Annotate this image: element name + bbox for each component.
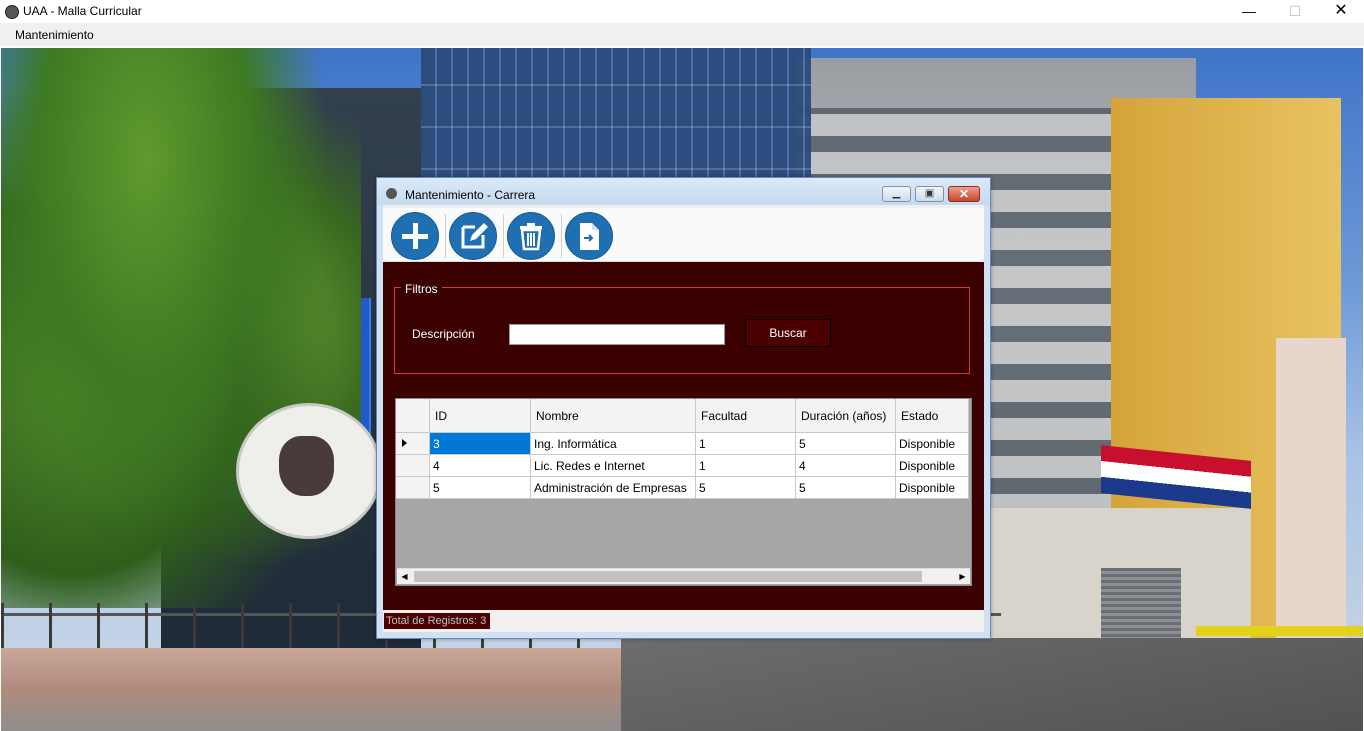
row-header-corner <box>396 399 430 433</box>
dialog-titlebar[interactable]: Mantenimiento - Carrera ▁ ▣ ✕ <box>377 178 990 205</box>
toolbar-separator <box>445 214 446 258</box>
current-row-arrow-icon <box>402 439 407 447</box>
trash-icon <box>520 223 542 251</box>
column-header-duracion[interactable]: Duración (años) <box>795 399 896 433</box>
column-header-estado[interactable]: Estado <box>895 399 969 433</box>
app-titlebar: UAA - Malla Curricular — ☐ ✕ <box>0 0 1364 23</box>
cell-facultad[interactable]: 1 <box>695 454 796 477</box>
dialog-maximize-button[interactable]: ▣ <box>915 186 944 202</box>
horizontal-scrollbar[interactable]: ◀ ▶ <box>397 568 970 584</box>
dialog-mantenimiento-carrera: Mantenimiento - Carrera ▁ ▣ ✕ Filtros De… <box>376 177 991 639</box>
description-input[interactable] <box>509 324 725 345</box>
cell-nombre[interactable]: Lic. Redes e Internet <box>530 454 696 477</box>
cell-id[interactable]: 3 <box>429 432 531 455</box>
search-button[interactable]: Buscar <box>745 319 831 347</box>
dialog-minimize-button[interactable]: ▁ <box>882 186 911 202</box>
cell-id[interactable]: 5 <box>429 476 531 499</box>
scroll-thumb[interactable] <box>414 571 922 582</box>
table-row[interactable]: 4 Lic. Redes e Internet 1 4 Disponible <box>396 454 969 477</box>
row-header[interactable] <box>396 454 430 477</box>
cell-duracion[interactable]: 5 <box>795 432 896 455</box>
filters-legend: Filtros <box>401 282 442 296</box>
column-header-id[interactable]: ID <box>429 399 531 433</box>
table-header-row: ID Nombre Facultad Duración (años) Estad… <box>396 399 969 433</box>
minimize-button[interactable]: — <box>1226 0 1272 23</box>
cell-facultad[interactable]: 1 <box>695 432 796 455</box>
row-header[interactable] <box>396 432 430 455</box>
close-button[interactable]: ✕ <box>1318 0 1364 23</box>
cell-id[interactable]: 4 <box>429 454 531 477</box>
menu-bar: Mantenimiento <box>0 23 1364 46</box>
content-panel: Filtros Descripción Buscar ID Nombre Fac… <box>383 262 984 610</box>
dialog-body: Filtros Descripción Buscar ID Nombre Fac… <box>383 205 984 632</box>
export-file-icon <box>580 223 599 250</box>
distant-tower <box>1276 338 1346 638</box>
table-row[interactable]: 5 Administración de Empresas 5 5 Disponi… <box>396 476 969 499</box>
description-label: Descripción <box>412 327 475 341</box>
records-count-label: Total de Registros: 3 <box>384 613 490 629</box>
street <box>621 638 1363 731</box>
edit-icon <box>461 223 488 249</box>
cell-nombre[interactable]: Administración de Empresas <box>530 476 696 499</box>
toolbar <box>383 208 984 262</box>
app-icon <box>5 5 19 19</box>
export-button[interactable] <box>565 212 613 260</box>
yellow-curb <box>1196 626 1363 636</box>
toolbar-separator <box>503 214 504 258</box>
careers-grid[interactable]: ID Nombre Facultad Duración (años) Estad… <box>395 398 972 586</box>
dialog-title: Mantenimiento - Carrera <box>405 188 536 202</box>
scroll-right-icon[interactable]: ▶ <box>955 569 970 584</box>
garage-door <box>1101 568 1181 643</box>
edit-button[interactable] <box>449 212 497 260</box>
cell-facultad[interactable]: 5 <box>695 476 796 499</box>
plus-circle-icon <box>402 223 428 249</box>
add-button[interactable] <box>391 212 439 260</box>
delete-button[interactable] <box>507 212 555 260</box>
menu-item-mantenimiento[interactable]: Mantenimiento <box>15 28 94 42</box>
maximize-button[interactable]: ☐ <box>1272 0 1318 23</box>
table-row[interactable]: 3 Ing. Informática 1 5 Disponible <box>396 432 969 455</box>
cell-duracion[interactable]: 5 <box>795 476 896 499</box>
cell-estado[interactable]: Disponible <box>895 432 969 455</box>
cell-nombre[interactable]: Ing. Informática <box>530 432 696 455</box>
cell-duracion[interactable]: 4 <box>795 454 896 477</box>
dialog-close-button[interactable]: ✕ <box>948 186 980 202</box>
careers-table: ID Nombre Facultad Duración (años) Estad… <box>396 399 969 499</box>
dialog-icon <box>386 188 397 199</box>
university-emblem <box>236 403 382 539</box>
column-header-facultad[interactable]: Facultad <box>695 399 796 433</box>
toolbar-separator <box>561 214 562 258</box>
cell-estado[interactable]: Disponible <box>895 454 969 477</box>
column-header-nombre[interactable]: Nombre <box>530 399 696 433</box>
app-title: UAA - Malla Curricular <box>23 4 142 18</box>
cell-estado[interactable]: Disponible <box>895 476 969 499</box>
scroll-left-icon[interactable]: ◀ <box>397 569 412 584</box>
row-header[interactable] <box>396 476 430 499</box>
